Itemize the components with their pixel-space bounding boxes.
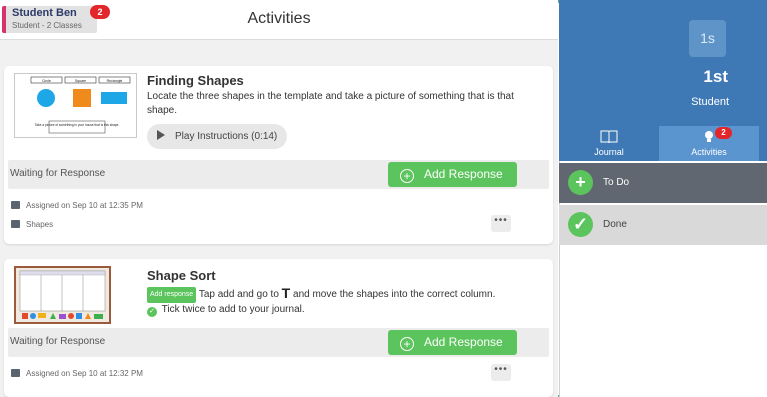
activities-badge: 2	[715, 127, 732, 139]
avatar: 1s	[689, 20, 726, 57]
add-response-label: Add Response	[424, 167, 503, 181]
add-response-button[interactable]: + Add Response	[388, 162, 517, 187]
plus-icon: +	[568, 170, 593, 195]
thumb-label-circle: Circle	[42, 79, 51, 83]
tab-journal[interactable]: Journal	[559, 126, 659, 161]
sidebar-header: 1s 1st Student	[559, 0, 767, 126]
book-icon	[600, 130, 618, 144]
plus-icon: +	[400, 337, 414, 351]
tab-activities[interactable]: 2 Activities	[659, 126, 759, 161]
instruction-text-1b: and move the shapes into the correct col…	[293, 289, 496, 300]
assigned-info: Assigned on Sep 10 at 12:35 PM	[11, 201, 143, 210]
activity-card: Shape Sort Add response Tap add and go t…	[4, 259, 553, 397]
activity-card: Circle Square Rectangle Take a picture o…	[4, 66, 553, 244]
top-bar: Student Ben Student - 2 Classes 2 Activi…	[0, 0, 558, 40]
thumb-label-rectangle: Rectangle	[107, 79, 123, 83]
response-bar: Waiting for Response + Add Response	[8, 328, 549, 357]
checkmark-icon: ✓	[568, 212, 593, 237]
sidebar-student-name: 1st	[703, 67, 728, 86]
activity-title[interactable]: Finding Shapes	[147, 73, 244, 88]
folder-name: Shapes	[26, 220, 54, 229]
main-panel: Student Ben Student - 2 Classes 2 Activi…	[0, 0, 558, 397]
play-instructions-button[interactable]: Play Instructions (0:14)	[147, 124, 287, 149]
done-label: Done	[603, 219, 627, 230]
tick-icon: ✓	[147, 307, 157, 317]
calendar-icon	[11, 369, 20, 377]
sidebar-item-done[interactable]: ✓ Done	[559, 205, 767, 245]
more-options-button[interactable]: •••	[491, 215, 511, 232]
activity-instructions: Add response Tap add and go to T and mov…	[147, 286, 547, 317]
activity-thumbnail[interactable]: Circle Square Rectangle Take a picture o…	[14, 73, 137, 138]
thumb-label-square: Square	[75, 79, 86, 83]
plus-icon: +	[400, 169, 414, 183]
sidebar-item-todo[interactable]: + To Do	[559, 163, 767, 203]
activity-title[interactable]: Shape Sort	[147, 268, 216, 283]
activity-description: Locate the three shapes in the template …	[147, 91, 514, 116]
assigned-date: Assigned on Sep 10 at 12:32 PM	[26, 369, 143, 378]
response-status: Waiting for Response	[10, 336, 106, 347]
response-bar: Waiting for Response + Add Response	[8, 160, 549, 189]
more-options-button[interactable]: •••	[491, 364, 511, 381]
student-sidebar: 1s 1st Student Journal 2 Activities + To…	[559, 0, 767, 397]
folder-icon	[11, 220, 20, 228]
instruction-text-1: Tap add and go to	[198, 289, 279, 300]
todo-label: To Do	[603, 177, 630, 188]
tab-activities-label: Activities	[691, 147, 727, 157]
play-icon	[157, 130, 165, 140]
calendar-icon	[11, 201, 20, 209]
activity-thumbnail[interactable]	[14, 266, 111, 324]
sidebar-student-role: Student	[691, 96, 729, 108]
shapes-template-image: Circle Square Rectangle Take a picture o…	[30, 76, 131, 134]
assigned-date: Assigned on Sep 10 at 12:35 PM	[26, 201, 143, 210]
shape-sort-template-image	[16, 268, 109, 322]
play-instructions-label: Play Instructions (0:14)	[175, 131, 278, 142]
instruction-text-2: Tick twice to add to your journal.	[161, 304, 305, 315]
thumb-caption: Take a picture of something in your hous…	[35, 123, 120, 127]
sidebar-tabs: Journal 2 Activities	[559, 126, 767, 161]
text-tool-icon: T	[281, 285, 291, 301]
lightbulb-icon	[705, 131, 713, 142]
assigned-info: Assigned on Sep 10 at 12:32 PM	[11, 369, 143, 378]
add-response-pill: Add response	[147, 287, 197, 303]
page-title: Activities	[247, 10, 311, 27]
tab-journal-label: Journal	[594, 147, 624, 157]
add-response-label: Add Response	[424, 335, 503, 349]
add-response-button[interactable]: + Add Response	[388, 330, 517, 355]
response-status: Waiting for Response	[10, 168, 106, 179]
folder-info: Shapes	[11, 220, 53, 229]
